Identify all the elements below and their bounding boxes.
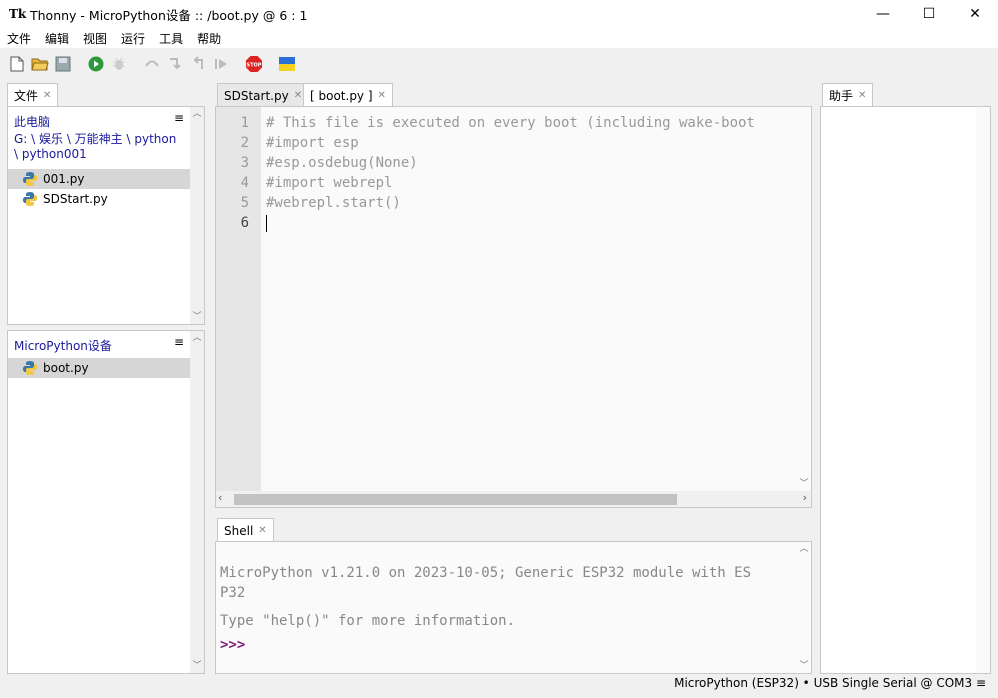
save-icon[interactable] [54,55,72,73]
menu-help[interactable]: 帮助 [197,30,221,47]
local-files-panel: 此电脑 ≡ G: \ 娱乐 \ 万能神主 \ python \ python00… [7,106,205,325]
scroll-up-icon[interactable]: ︿ [190,331,204,345]
file-name: 001.py [43,172,85,186]
line-number: 1 [240,115,249,131]
file-name: boot.py [43,361,89,375]
tab-boot[interactable]: [ boot.py ] ✕ [303,83,393,107]
scroll-down-icon[interactable]: ﹀ [190,659,204,673]
vertical-scrollbar[interactable] [976,107,990,673]
run-icon[interactable] [87,55,105,73]
status-bar[interactable]: MicroPython (ESP32) • USB Single Serial … [674,676,986,690]
close-icon[interactable]: ✕ [258,525,266,536]
scroll-up-icon[interactable]: ︿ [797,542,811,556]
menu-bar: 文件 编辑 视图 运行 工具 帮助 [0,28,998,48]
window-title: Thonny - MicroPython设备 :: /boot.py @ 6 :… [30,7,308,23]
code-line[interactable]: # This file is executed on every boot (i… [266,115,755,131]
open-folder-icon[interactable] [31,55,49,73]
shell-help: Type "help()" for more information. [220,613,516,629]
close-icon[interactable]: ✕ [858,90,866,101]
tab-label: Shell [224,523,254,538]
scroll-down-icon[interactable]: ﹀ [797,659,811,673]
python-file-icon [23,192,37,206]
tab-files-label: 文件 [14,89,39,103]
tab-label: SDStart.py [224,88,289,103]
tab-label: 助手 [829,89,854,103]
code-line[interactable]: #esp.osdebug(None) [266,155,418,171]
tab-assistant[interactable]: 助手 ✕ [822,83,874,107]
shell-banner-cont: P32 [220,585,246,601]
stop-icon[interactable]: STOP [245,55,263,73]
code-editor[interactable]: 1 2 3 4 5 6 # This file is executed on e… [215,106,812,508]
close-icon[interactable]: ✕ [294,90,302,101]
horizontal-scrollbar[interactable]: ‹ › [216,491,811,507]
thonny-logo-icon: Tk [9,7,27,21]
toolbar: STOP [0,50,301,78]
minimize-button[interactable]: — [860,0,906,28]
code-line[interactable]: #import webrepl [266,175,392,191]
local-path-line2[interactable]: \ python001 [14,147,87,161]
shell-console[interactable]: MicroPython v1.21.0 on 2023-10-05; Gener… [215,541,812,674]
device-files-panel: MicroPython设备 ≡ boot.py ︿ ﹀ [7,330,205,674]
resume-icon[interactable] [212,55,230,73]
assistant-panel [820,106,991,674]
vertical-scrollbar[interactable]: ︿ ﹀ [797,542,811,673]
tab-label: [ boot.py ] [310,88,373,103]
menu-tools[interactable]: 工具 [159,30,183,47]
vertical-scrollbar[interactable]: ︿ ﹀ [190,107,204,324]
text-cursor [266,215,267,232]
local-path-line1[interactable]: G: \ 娱乐 \ 万能神主 \ python [14,130,176,147]
code-line[interactable]: #import esp [266,135,359,151]
menu-run[interactable]: 运行 [121,30,145,47]
line-number: 2 [240,135,249,151]
close-icon[interactable]: ✕ [378,90,386,101]
menu-file[interactable]: 文件 [7,30,31,47]
local-files-header[interactable]: 此电脑 [14,113,50,130]
menu-edit[interactable]: 编辑 [45,30,69,47]
shell-banner: MicroPython v1.21.0 on 2023-10-05; Gener… [220,565,752,581]
title-bar: Tk Thonny - MicroPython设备 :: /boot.py @ … [0,0,998,28]
svg-text:STOP: STOP [247,63,262,69]
python-file-icon [23,361,37,375]
ukraine-flag-icon[interactable] [278,55,296,73]
list-item[interactable]: SDStart.py [8,189,190,209]
line-number: 4 [240,175,249,191]
scroll-right-icon[interactable]: › [803,491,807,504]
line-number: 5 [240,195,249,211]
line-number-gutter: 1 2 3 4 5 6 [216,107,261,507]
file-name: SDStart.py [43,192,108,206]
scroll-thumb[interactable] [234,494,677,505]
panel-menu-icon[interactable]: ≡ [174,111,184,125]
new-file-icon[interactable] [8,55,26,73]
tab-files[interactable]: 文件 ✕ [7,83,59,107]
maximize-button[interactable]: ☐ [906,0,952,28]
line-number: 3 [240,155,249,171]
python-file-icon [23,172,37,186]
scroll-up-icon[interactable]: ︿ [190,107,204,121]
close-button[interactable]: ✕ [952,0,998,28]
close-icon[interactable]: ✕ [43,90,51,101]
scroll-down-icon[interactable]: ﹀ [190,310,204,324]
line-number: 6 [240,215,249,231]
device-files-header[interactable]: MicroPython设备 [14,337,112,354]
vertical-scrollbar[interactable]: ﹀ [797,107,811,491]
panel-menu-icon[interactable]: ≡ [174,335,184,349]
tab-sdstart[interactable]: SDStart.py ✕ [217,83,310,107]
list-item[interactable]: boot.py [8,358,190,378]
code-line[interactable]: #webrepl.start() [266,195,401,211]
debug-icon[interactable] [110,55,128,73]
step-over-icon[interactable] [143,55,161,73]
list-item[interactable]: 001.py [8,169,190,189]
scroll-down-icon[interactable]: ﹀ [797,477,811,491]
step-out-icon[interactable] [189,55,207,73]
step-into-icon[interactable] [166,55,184,73]
menu-view[interactable]: 视图 [83,30,107,47]
shell-prompt[interactable]: >>> [220,637,245,653]
tab-shell[interactable]: Shell ✕ [217,518,274,542]
vertical-scrollbar[interactable]: ︿ ﹀ [190,331,204,673]
scroll-left-icon[interactable]: ‹ [218,491,222,504]
